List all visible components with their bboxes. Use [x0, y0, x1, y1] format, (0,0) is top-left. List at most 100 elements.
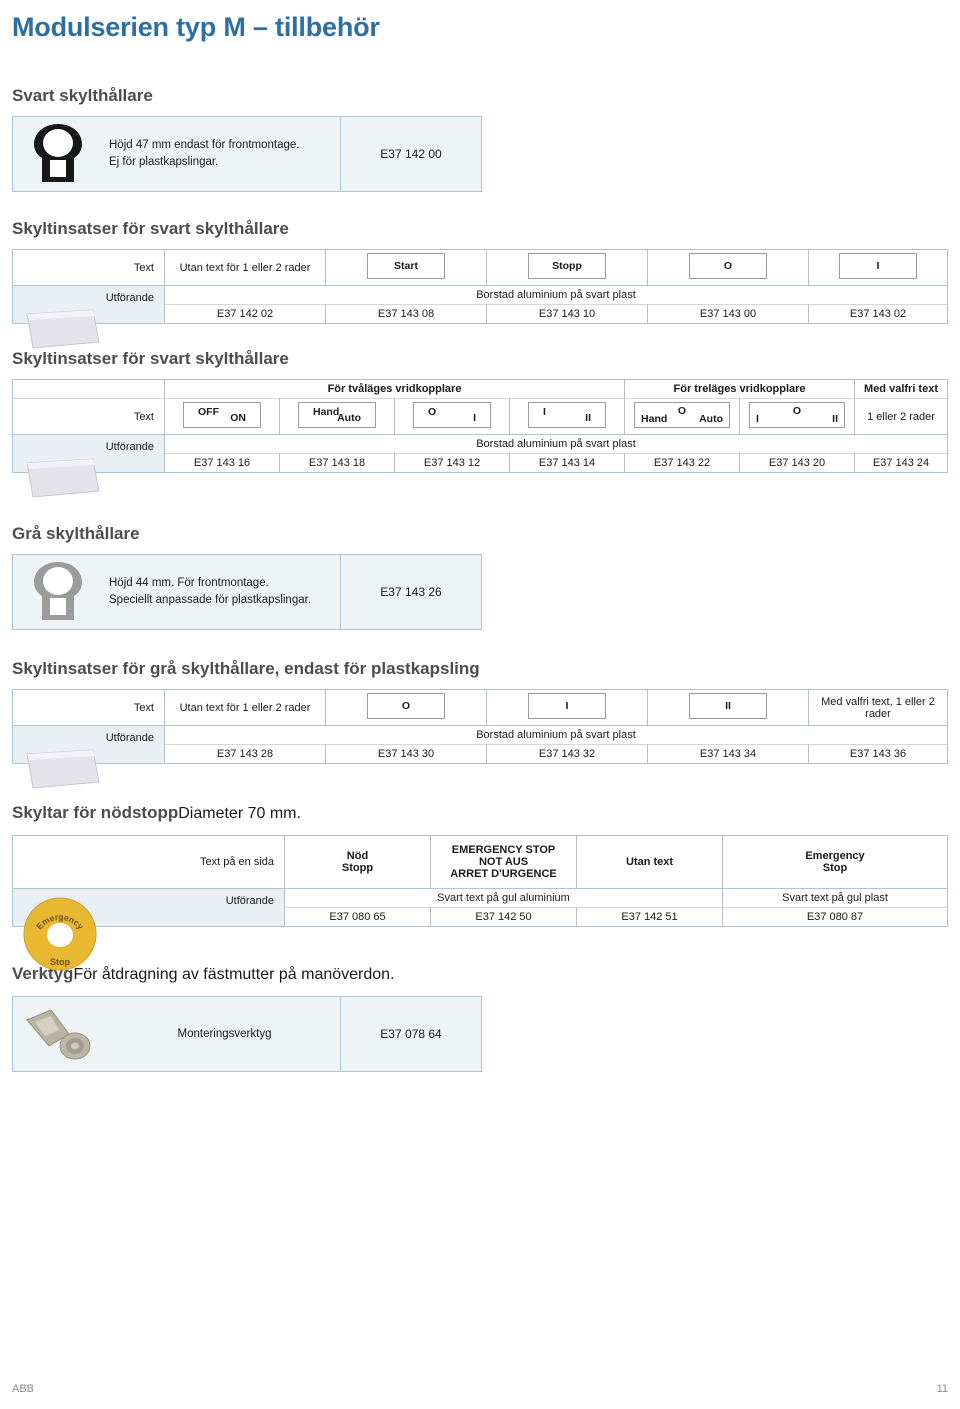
group-three-position: För treläges vridkopplare [624, 379, 856, 399]
table-row-text: Text Utan text för 1 eller 2 rader Start… [12, 249, 948, 286]
col-1-line-2: ARRET D'URGENCE [450, 868, 557, 880]
table-row-text: Text OFF ON Hand Auto O I I II O Hand Au… [12, 398, 948, 435]
col-0-text: Utan text för 1 eller 2 rader [179, 261, 311, 274]
document-page: Modulserien typ M – tillbehör Svart skyl… [0, 0, 960, 1409]
desc-line-1: Höjd 47 mm endast för frontmontage. [109, 139, 300, 152]
legend-box: OFF ON [183, 402, 261, 428]
table-row-text: Text Utan text för 1 eller 2 rader O I I… [12, 689, 948, 726]
code-col-4: E37 143 22 [624, 453, 741, 473]
row-label-execution: Utförande [105, 441, 154, 453]
exec-label-cell: Utförande [12, 285, 165, 349]
tools-table: Monteringsverktyg E37 078 64 [12, 996, 482, 1072]
code-col-1: E37 142 50 [430, 907, 577, 927]
col-3-bottom: II [585, 411, 591, 424]
label-insert-photo [19, 746, 105, 792]
emergency-stop-disc-icon: Emergency Stop [23, 897, 97, 971]
emergency-col-1: EMERGENCY STOP NOT AUS ARRET D'URGENCE [430, 835, 577, 889]
execution-value: Borstad aluminium på svart plast [164, 434, 948, 454]
col-5-right: II [832, 412, 839, 425]
execution-value-plast: Svart text på gul plast [722, 888, 948, 908]
col-0-line-1: Stopp [341, 862, 374, 874]
page-title: Modulserien typ M – tillbehör [12, 12, 380, 42]
mounting-tool-photo [12, 996, 103, 1072]
tools-description: Monteringsverktyg [103, 996, 341, 1072]
code-col-2: E37 142 51 [576, 907, 723, 927]
code-col-3: E37 143 00 [647, 304, 809, 324]
col-3-text: O [723, 260, 733, 272]
grey-col-0: Utan text för 1 eller 2 rader [164, 689, 326, 726]
legend-box: O Hand Auto [634, 402, 731, 428]
exec-label-cell: Utförande [12, 725, 165, 789]
black-inserts-2-table: För tvåläges vridkopplare För treläges v… [12, 379, 948, 498]
desc-line-2: Ej för plastkapslingar. [109, 156, 219, 168]
grey-col-2: I [486, 689, 648, 726]
table-row-execution: Utförande Borstad aluminium på svart pla… [12, 725, 948, 789]
code-col-0: E37 143 16 [164, 453, 280, 473]
heading-tools-sub: För åtdragning av fästmutter på manöverd… [73, 966, 395, 983]
code-col-2: E37 143 32 [486, 744, 648, 764]
grey-holder-description: Höjd 44 mm. För frontmontage. Speciellt … [103, 554, 341, 630]
legend-box: O [689, 253, 767, 279]
insert2-col-4: O Hand Auto [624, 398, 741, 435]
exec-label-cell: Utförande [12, 434, 165, 498]
table-row-execution: Utförande Emergency Stop Svart text på g… [12, 888, 948, 971]
col-1-text: O [401, 700, 411, 712]
tools-code: E37 078 64 [340, 996, 482, 1072]
insert2-col-5: O I II [739, 398, 856, 435]
code-col-0: E37 142 02 [164, 304, 326, 324]
code-col-0: E37 080 65 [284, 907, 431, 927]
legend-box: Start [367, 253, 445, 279]
grey-col-3: II [647, 689, 809, 726]
grey-col-1: O [325, 689, 487, 726]
black-holder-code: E37 142 00 [340, 116, 482, 192]
heading-tools-row: VerktygFör åtdragning av fästmutter på m… [12, 965, 948, 984]
legend-box: Hand Auto [298, 402, 376, 428]
col-3-line-1: Stop [822, 862, 848, 874]
legend-box: Stopp [528, 253, 606, 279]
black-holder-icon [34, 124, 82, 182]
label-insert-photo [19, 455, 105, 501]
col-0-bottom: ON [230, 411, 246, 424]
insert-col-2: Stopp [486, 249, 648, 286]
row-label-text: Text [12, 398, 165, 435]
emergency-stop-disc-photo: Emergency Stop [21, 895, 99, 973]
insert2-col-6: 1 eller 2 rader [854, 398, 948, 435]
col-4-text: I [876, 260, 880, 272]
emergency-col-2: Utan text [576, 835, 723, 889]
col-2-bottom: I [473, 411, 476, 424]
col-1-line-1: NOT AUS [478, 856, 529, 868]
heading-black-inserts-2: Skyltinsatser för svart skylthållare [12, 349, 289, 368]
legend-box: O I [413, 402, 491, 428]
emergency-col-0: Nöd Stopp [284, 835, 431, 889]
row-label-execution: Utförande [105, 292, 154, 304]
heading-black-inserts: Skyltinsatser för svart skylthållare [12, 219, 289, 238]
table-row: Monteringsverktyg E37 078 64 [12, 996, 482, 1072]
legend-box: O [367, 693, 445, 719]
black-holder-description: Höjd 47 mm endast för frontmontage. Ej f… [103, 116, 341, 192]
black-label-holder-photo [12, 116, 103, 192]
legend-box: II [689, 693, 767, 719]
col-0-line-0: Nöd [346, 850, 369, 862]
col-2-text: I [565, 700, 569, 712]
grey-holder-table: Höjd 44 mm. För frontmontage. Speciellt … [12, 554, 482, 630]
col-1-bottom: Auto [337, 411, 361, 424]
group-label-blank [12, 379, 165, 399]
insert-col-4: I [808, 249, 948, 286]
group-free-text: Med valfri text [854, 379, 948, 399]
row-label-execution: Utförande [105, 732, 154, 744]
code-col-2: E37 143 12 [394, 453, 510, 473]
table-row: Höjd 47 mm endast för frontmontage. Ej f… [12, 116, 482, 192]
legend-box: O I II [749, 402, 846, 428]
row-label-text: Text på en sida [12, 835, 285, 889]
mounting-tool-icon [26, 1009, 91, 1060]
heading-emergency-row: Skyltar för nödstoppDiameter 70 mm. [12, 804, 948, 823]
code-col-4: E37 143 36 [808, 744, 948, 764]
table-row: Höjd 44 mm. För frontmontage. Speciellt … [12, 554, 482, 630]
grey-holder-icon [34, 562, 82, 620]
col-1-line-0: EMERGENCY STOP [451, 844, 556, 856]
col-2-text: Stopp [552, 260, 582, 272]
code-col-1: E37 143 30 [325, 744, 487, 764]
emergency-col-3: Emergency Stop [722, 835, 948, 889]
code-col-0: E37 143 28 [164, 744, 326, 764]
heading-emergency-sub: Diameter 70 mm. [178, 805, 301, 822]
